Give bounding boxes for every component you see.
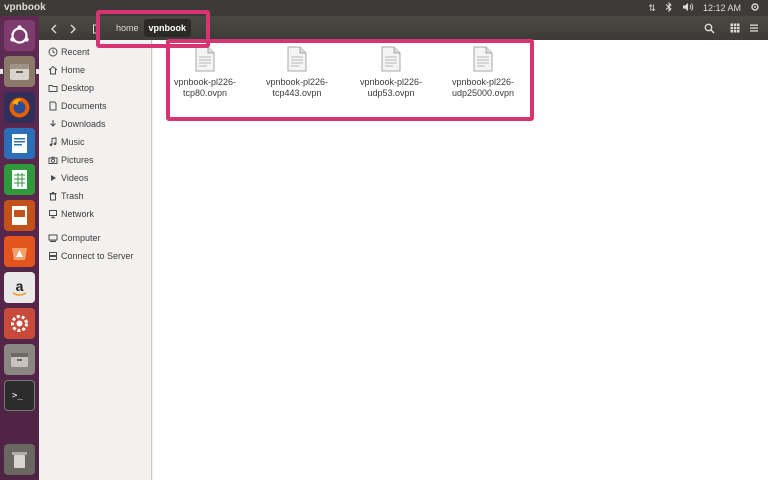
hamburger-icon [750, 24, 758, 32]
search-icon [704, 23, 715, 34]
download-icon [45, 119, 61, 129]
sidebar-item-label: Pictures [61, 155, 94, 165]
sidebar-item-label: Connect to Server [61, 251, 134, 261]
sidebar-item-connect-to-server[interactable]: Connect to Server [39, 247, 151, 265]
sidebar-item-trash[interactable]: Trash [39, 187, 151, 205]
amazon-icon[interactable]: a [4, 272, 35, 303]
network-icon [45, 209, 61, 219]
sidebar-item-computer[interactable]: Computer [39, 229, 151, 247]
launcher-active-indicator [0, 69, 3, 74]
sidebar-item-label: Recent [61, 47, 90, 57]
libreoffice-impress-icon[interactable] [4, 200, 35, 231]
camera-icon [45, 155, 61, 165]
svg-text:a: a [16, 278, 24, 294]
sidebar-item-label: Home [61, 65, 86, 75]
home-icon [45, 65, 61, 75]
clock-icon [45, 47, 61, 57]
indicator-area: ⇅ 12:12 AM [648, 1, 760, 14]
sidebar-item-label: Videos [61, 173, 89, 183]
archive-manager-icon[interactable] [4, 344, 35, 375]
svg-text:>_: >_ [12, 391, 23, 401]
search-button[interactable] [702, 21, 716, 35]
transfer-arrows-icon[interactable]: ⇅ [648, 3, 656, 14]
menu-button[interactable] [747, 21, 761, 35]
folder-icon [45, 83, 61, 93]
forward-button[interactable] [64, 20, 81, 37]
server-icon [45, 251, 61, 261]
sidebar-item-home[interactable]: Home [39, 61, 151, 79]
sidebar-item-pictures[interactable]: Pictures [39, 151, 151, 169]
sidebar-item-network[interactable]: Network [39, 205, 151, 223]
firefox-icon[interactable] [4, 92, 35, 123]
trash-launcher-icon[interactable] [4, 444, 35, 475]
clock-label[interactable]: 12:12 AM [703, 3, 741, 13]
bluetooth-icon[interactable] [665, 1, 673, 14]
sidebar-item-label: Network [61, 209, 95, 219]
sidebar-item-label: Music [61, 137, 85, 147]
sidebar-item-documents[interactable]: Documents [39, 97, 151, 115]
sidebar-item-music[interactable]: Music [39, 133, 151, 151]
document-icon [45, 101, 61, 111]
music-icon [45, 137, 61, 147]
sidebar-item-desktop[interactable]: Desktop [39, 79, 151, 97]
grid-icon [730, 23, 740, 33]
computer-icon [45, 233, 61, 243]
libreoffice-calc-icon[interactable] [4, 164, 35, 195]
system-settings-icon[interactable] [4, 308, 35, 339]
video-icon [45, 173, 61, 183]
sidebar-item-label: Trash [61, 191, 84, 201]
chevron-right-icon [70, 24, 76, 33]
sidebar-item-downloads[interactable]: Downloads [39, 115, 151, 133]
sidebar: Recent Home Desktop Documents Downloads … [39, 40, 152, 480]
power-gear-icon[interactable] [750, 2, 760, 14]
terminal-icon[interactable]: >_ [4, 380, 35, 411]
window-title: vpnbook [4, 2, 46, 13]
sidebar-item-label: Documents [61, 101, 107, 111]
sidebar-item-videos[interactable]: Videos [39, 169, 151, 187]
libreoffice-writer-icon[interactable] [4, 128, 35, 159]
launcher: a >_ [0, 16, 39, 480]
view-grid-button[interactable] [728, 21, 742, 35]
sidebar-item-label: Desktop [61, 83, 95, 93]
software-center-icon[interactable] [4, 236, 35, 267]
files-app-icon[interactable] [4, 56, 35, 87]
sidebar-item-label: Computer [61, 233, 101, 243]
volume-icon[interactable] [682, 2, 694, 14]
sidebar-item-label: Downloads [61, 119, 106, 129]
trash-icon [45, 191, 61, 201]
back-button[interactable] [45, 20, 62, 37]
chevron-left-icon [50, 24, 56, 33]
ubuntu-dash-icon[interactable] [4, 20, 35, 51]
files-highlight-box [166, 39, 534, 121]
